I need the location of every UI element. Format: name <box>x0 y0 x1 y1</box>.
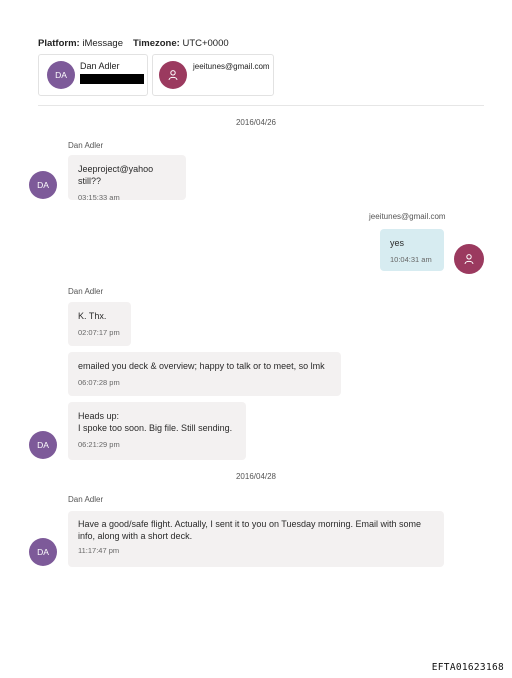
message-time: 02:07:17 pm <box>78 328 120 337</box>
message-time: 11:17:47 pm <box>78 546 120 555</box>
message-text: Have a good/safe flight. Actually, I sen… <box>78 519 422 541</box>
avatar-dan: DA <box>29 431 57 459</box>
participant-email: jeeitunes@gmail.com <box>193 62 270 71</box>
document-id: EFTA01623168 <box>431 662 504 673</box>
message-time: 06:21:29 pm <box>78 440 120 449</box>
user-icon <box>454 244 484 274</box>
sender-name: jeeitunes@gmail.com <box>369 212 446 221</box>
platform-value: iMessage <box>82 38 124 49</box>
message-text-line: Heads up: <box>78 411 120 421</box>
message-bubble: K. Thx. 02:07:17 pm <box>68 302 131 346</box>
message-time: 03:15:33 am <box>78 193 120 202</box>
user-icon <box>159 61 187 89</box>
message-bubble-outgoing: yes 10:04:31 am <box>380 229 444 271</box>
avatar-dan: DA <box>29 171 57 199</box>
message-time: 10:04:31 am <box>390 255 432 264</box>
avatar-dan: DA <box>47 61 75 89</box>
timezone-value: UTC+0000 <box>182 38 229 49</box>
message-text: emailed you deck & overview; happy to ta… <box>78 361 325 371</box>
message-bubble: Jeeproject@yahoo still?? 03:15:33 am <box>68 155 186 202</box>
message-text-line: I spoke too soon. Big file. Still sendin… <box>78 423 233 433</box>
sender-name: Dan Adler <box>68 495 104 504</box>
redaction-bar <box>80 74 144 84</box>
avatar-dan: DA <box>29 538 57 566</box>
timezone-label: Timezone: <box>133 38 180 49</box>
sender-name: Dan Adler <box>68 141 104 150</box>
date-separator: 2016/04/26 <box>235 118 277 127</box>
platform-info: Platform: iMessage <box>38 38 123 49</box>
sender-name: Dan Adler <box>68 287 104 296</box>
timezone-info: Timezone: UTC+0000 <box>133 38 229 49</box>
platform-label: Platform: <box>38 38 80 49</box>
message-text: yes <box>390 238 405 248</box>
participant-name: Dan Adler <box>80 61 120 71</box>
message-text: K. Thx. <box>78 311 107 321</box>
participant-card-user: jeeitunes@gmail.com <box>152 54 274 96</box>
message-time: 06:07:28 pm <box>78 378 120 387</box>
date-separator: 2016/04/28 <box>235 472 277 481</box>
message-bubble: emailed you deck & overview; happy to ta… <box>68 352 341 396</box>
message-bubble: Have a good/safe flight. Actually, I sen… <box>68 511 444 567</box>
message-text: Jeeproject@yahoo still?? <box>78 164 154 186</box>
message-bubble: Heads up: I spoke too soon. Big file. St… <box>68 402 246 460</box>
participant-card-dan: DA Dan Adler <box>38 54 148 96</box>
header-divider <box>38 105 484 106</box>
